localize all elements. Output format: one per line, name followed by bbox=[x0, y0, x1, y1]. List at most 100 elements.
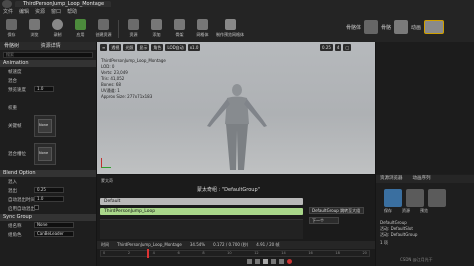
section-blend-option[interactable]: Blend Option bbox=[0, 170, 96, 177]
asset-tab[interactable]: ThirdPersonJump_Loop_Montage bbox=[15, 1, 111, 7]
tab-skeleton-tree[interactable]: 骨骼树 bbox=[4, 43, 19, 49]
mesh-mode-icon[interactable] bbox=[394, 20, 409, 34]
preview-item-list: DefaultGroup 活动: DefaultSlot 活动: Default… bbox=[380, 220, 417, 238]
menu-bar: 文件 编辑 资源 窗口 帮助 bbox=[3, 8, 77, 15]
sync-rows: 组名称 组角色 None CanBeLeader bbox=[0, 221, 96, 241]
mesh-button[interactable]: 网格体 bbox=[191, 18, 214, 40]
maximize-icon[interactable]: □ bbox=[343, 44, 352, 51]
next-frame-icon[interactable] bbox=[271, 259, 276, 264]
asset-thumb-3[interactable] bbox=[428, 189, 446, 207]
menu-window[interactable]: 窗口 bbox=[51, 8, 61, 15]
mode-switcher: 骨骼体 骨骼 动画 bbox=[346, 20, 445, 34]
asset-label-2: 资源 bbox=[402, 208, 410, 213]
create-asset-button[interactable]: 创建资源 bbox=[92, 18, 115, 40]
preview-item-3[interactable]: 活动: DefaultGroup bbox=[380, 232, 417, 238]
playhead-marker[interactable] bbox=[147, 249, 149, 258]
play-icon[interactable] bbox=[263, 259, 268, 264]
skeleton-button[interactable]: 骨架 bbox=[168, 18, 191, 40]
asset-count: 1 项 bbox=[380, 240, 388, 245]
right-details-tab bbox=[376, 42, 474, 174]
asset-thumb-2[interactable] bbox=[406, 189, 424, 207]
character-button[interactable]: 角色 bbox=[151, 44, 164, 51]
add-button[interactable]: 添加 bbox=[145, 18, 168, 40]
lighting-button[interactable]: 光照 bbox=[123, 44, 136, 51]
last-frame-icon[interactable] bbox=[279, 259, 284, 264]
rate-scale-field[interactable]: 1.0 bbox=[34, 86, 54, 92]
skeleton-mode-icon[interactable] bbox=[364, 20, 379, 34]
row-enable-auto-blend: 启用自动混出 bbox=[8, 206, 35, 212]
mode-label-1: 骨骼体 bbox=[346, 24, 362, 31]
save-icon bbox=[6, 19, 17, 30]
mode-label-3: 动画 bbox=[411, 24, 422, 31]
row-blend-slot: 混合槽位 bbox=[8, 151, 26, 157]
section-sync-group[interactable]: Sync Group bbox=[0, 214, 96, 221]
character-mannequin[interactable] bbox=[197, 82, 277, 172]
asset-icon bbox=[128, 19, 139, 30]
perspective-button[interactable]: 透视 bbox=[109, 44, 122, 51]
viewport-toolbar: ≡ 透视 光照 显示 角色 LOD自动 x1.0 bbox=[100, 44, 201, 51]
next-slot-button[interactable]: 下一个 bbox=[309, 217, 339, 224]
show-button[interactable]: 显示 bbox=[137, 44, 150, 51]
watermark: CSDN @江月光干 bbox=[400, 257, 433, 262]
viewport[interactable]: ThirdPersonJump_Loop_Montage LOD: 0 Vert… bbox=[97, 42, 375, 174]
toolbar-divider bbox=[118, 20, 119, 38]
search-input[interactable]: 搜索 bbox=[3, 52, 93, 58]
slot-thumbnail[interactable]: None bbox=[34, 115, 56, 137]
blend-out-field[interactable]: 1.0 bbox=[34, 196, 64, 202]
timeline-label: 时间 bbox=[101, 242, 109, 247]
group-role-field[interactable]: CanBeLeader bbox=[34, 231, 74, 237]
asset-item-labels: 保存 资源 预览 bbox=[384, 208, 428, 214]
save-button[interactable]: 保存 bbox=[0, 18, 23, 40]
group-name-field[interactable]: None bbox=[34, 222, 74, 228]
row-blend: 混合 bbox=[8, 78, 17, 84]
animation-mode-icon[interactable] bbox=[424, 20, 445, 34]
snap-value-button[interactable]: 0.25 bbox=[320, 44, 333, 51]
left-panel-tabs: 骨骼树 资源详情 bbox=[0, 42, 96, 50]
menu-file[interactable]: 文件 bbox=[3, 8, 13, 15]
loop-icon[interactable] bbox=[287, 259, 292, 264]
row-weight: 权重 bbox=[8, 105, 17, 111]
tab-anim-sequence[interactable]: 动画序列 bbox=[413, 175, 431, 183]
timeline-scrubber[interactable]: 0 2 4 6 8 10 12 14 16 18 20 bbox=[100, 250, 370, 257]
skeleton-icon bbox=[174, 19, 185, 30]
asset-button[interactable]: 资源 bbox=[122, 18, 145, 40]
timeline-bar: 时间 ThirdPersonJump_Loop_Montage 34.54% 0… bbox=[97, 241, 375, 249]
asset-tab-label: ThirdPersonJump_Loop_Montage bbox=[23, 1, 105, 7]
menu-help[interactable]: 帮助 bbox=[67, 8, 77, 15]
camera-speed-button[interactable]: 4 bbox=[334, 44, 342, 51]
timeline-asset: ThirdPersonJump_Loop_Montage bbox=[117, 242, 182, 247]
montage-thumbnail[interactable]: None bbox=[34, 143, 56, 165]
menu-edit[interactable]: 编辑 bbox=[19, 8, 29, 15]
apply-icon bbox=[75, 19, 86, 30]
montage-slot-track[interactable]: ThirdPersonJump_Loop bbox=[100, 208, 303, 215]
section-animation[interactable]: Animation bbox=[0, 60, 96, 67]
right-panel-tabs: 资源浏览器 动画序列 bbox=[376, 175, 474, 183]
speed-button[interactable]: x1.0 bbox=[187, 44, 201, 51]
default-section-track[interactable]: Default bbox=[100, 198, 303, 205]
menu-asset[interactable]: 资源 bbox=[35, 8, 45, 15]
asset-label-3: 预览 bbox=[420, 208, 428, 213]
viewport-axis-icon bbox=[101, 158, 111, 168]
prev-frame-icon[interactable] bbox=[255, 259, 260, 264]
auto-blend-checkbox[interactable] bbox=[34, 205, 39, 210]
montage-editor: 蒙太奇 蒙太奇组 : "DefaultGroup" Default ThirdP… bbox=[97, 175, 375, 266]
asset-thumb-1[interactable] bbox=[384, 189, 402, 207]
timeline-percent: 34.54% bbox=[189, 242, 206, 247]
row-keyframes: 关键帧 bbox=[8, 123, 22, 129]
group-dropdown[interactable]: DefaultGroup 跳转至大组 bbox=[309, 207, 364, 214]
lod-button[interactable]: LOD自动 bbox=[165, 44, 186, 51]
ue-logo-icon bbox=[2, 0, 12, 8]
right-asset-panel: 资源浏览器 动画序列 保存 资源 预览 DefaultGroup 活动: Def… bbox=[376, 42, 474, 266]
tab-asset-browser[interactable]: 资源浏览器 bbox=[380, 175, 403, 183]
browse-button[interactable]: 浏览 bbox=[23, 18, 46, 40]
asset-label-1: 保存 bbox=[384, 208, 392, 213]
create-asset-icon bbox=[98, 19, 109, 30]
tab-asset-details[interactable]: 资源详情 bbox=[41, 43, 61, 49]
record-button[interactable]: 录制 bbox=[46, 18, 69, 40]
apply-button[interactable]: 应用 bbox=[69, 18, 92, 40]
viewport-menu-button[interactable]: ≡ bbox=[100, 44, 108, 51]
montage-header: 蒙太奇 bbox=[101, 178, 113, 183]
blend-in-field[interactable]: 0.25 bbox=[34, 187, 64, 193]
first-frame-icon[interactable] bbox=[247, 259, 252, 264]
preview-mesh-button[interactable]: 制作预览网格体 bbox=[214, 18, 246, 40]
